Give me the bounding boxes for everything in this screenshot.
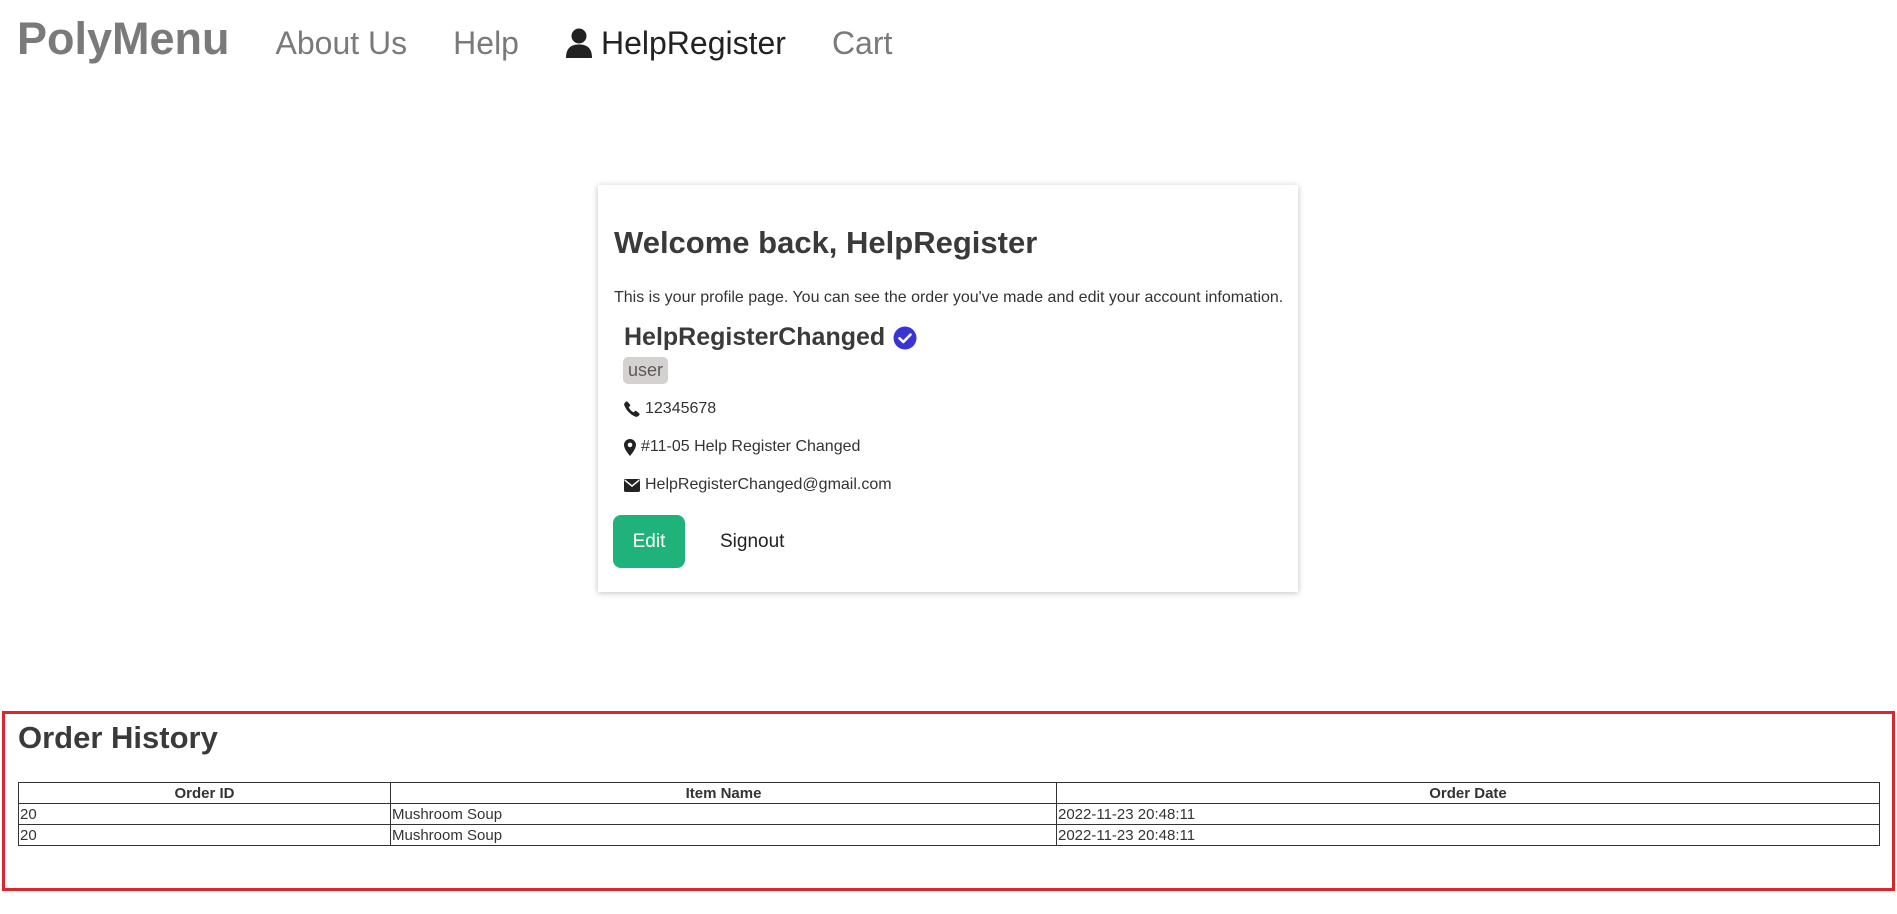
order-history-table: Order ID Item Name Order Date 20 Mushroo… <box>18 782 1880 846</box>
brand-logo-link[interactable]: PolyMenu <box>17 16 230 61</box>
column-header-order-id: Order ID <box>18 782 391 804</box>
cell-order-date: 2022-11-23 20:48:11 <box>1056 803 1880 825</box>
cell-order-date: 2022-11-23 20:48:11 <box>1056 824 1880 846</box>
edit-button[interactable]: Edit <box>613 515 685 568</box>
table-row: 20 Mushroom Soup 2022-11-23 20:48:11 <box>18 803 1880 825</box>
order-history-title: Order History <box>18 720 218 755</box>
envelope-icon <box>624 478 640 492</box>
phone-row: 12345678 <box>624 400 716 418</box>
address-row: #11-05 Help Register Changed <box>624 438 860 456</box>
nav-user-label: HelpRegister <box>600 25 786 61</box>
signout-button[interactable]: Signout <box>708 515 796 568</box>
welcome-heading: Welcome back, HelpRegister <box>614 225 1038 260</box>
nav-user-profile[interactable]: HelpRegister <box>565 27 786 59</box>
nav-help[interactable]: Help <box>453 27 519 59</box>
profile-card: Welcome back, HelpRegister This is your … <box>598 185 1298 592</box>
address-text: #11-05 Help Register Changed <box>641 438 861 455</box>
cell-item-name: Mushroom Soup <box>390 824 1057 846</box>
profile-username: HelpRegisterChanged <box>624 323 917 352</box>
table-header-row: Order ID Item Name Order Date <box>18 782 1880 804</box>
cell-order-id: 20 <box>18 824 391 846</box>
top-navbar: PolyMenu About Us Help HelpRegister Cart <box>0 0 1897 86</box>
verified-check-icon <box>893 326 917 350</box>
table-row: 20 Mushroom Soup 2022-11-23 20:48:11 <box>18 824 1880 846</box>
nav-about-us[interactable]: About Us <box>276 27 408 59</box>
order-history-section: Order History Order ID Item Name Order D… <box>2 711 1895 891</box>
user-icon <box>565 28 593 58</box>
column-header-order-date: Order Date <box>1056 782 1880 804</box>
email-row: HelpRegisterChanged@gmail.com <box>624 476 892 494</box>
cell-item-name: Mushroom Soup <box>390 803 1057 825</box>
cell-order-id: 20 <box>18 803 391 825</box>
profile-intro-text: This is your profile page. You can see t… <box>614 289 1284 306</box>
username-text: HelpRegisterChanged <box>624 323 886 351</box>
nav-cart[interactable]: Cart <box>832 27 892 59</box>
phone-icon <box>624 401 640 417</box>
email-text: HelpRegisterChanged@gmail.com <box>645 476 892 493</box>
column-header-item-name: Item Name <box>390 782 1057 804</box>
phone-number: 12345678 <box>645 400 717 417</box>
map-pin-icon <box>624 438 636 456</box>
role-badge: user <box>623 357 669 384</box>
